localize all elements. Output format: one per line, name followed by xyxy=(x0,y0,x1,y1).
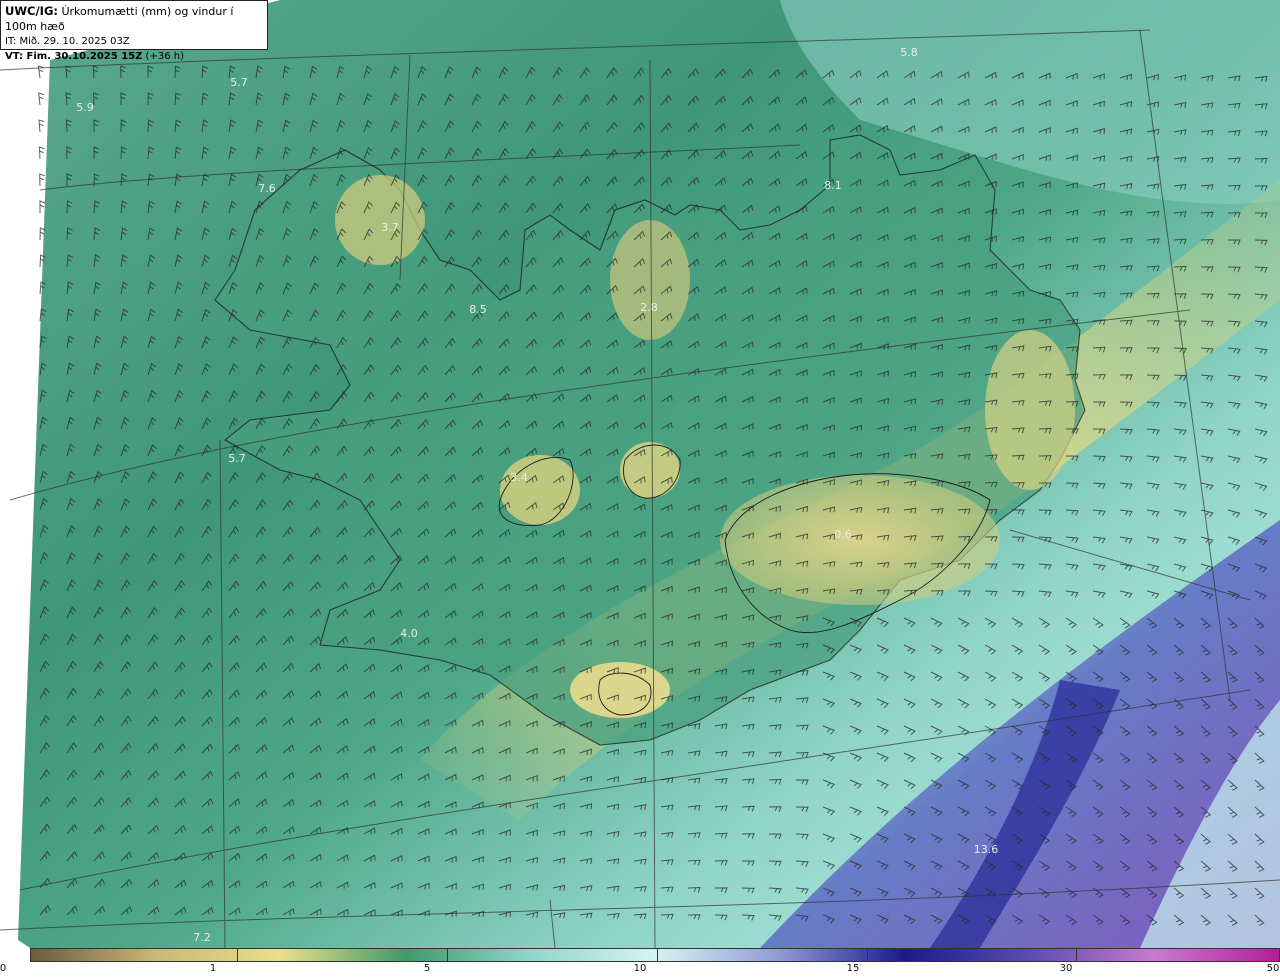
map-value-label: 4.0 xyxy=(400,627,418,640)
vatnajokull xyxy=(720,475,1000,605)
color-scale-tick-mark xyxy=(30,948,31,962)
map-value-label: 3.4 xyxy=(510,471,528,484)
map-value-label: 5.8 xyxy=(900,46,918,59)
map-value-label: 0.6 xyxy=(834,528,852,541)
map-value-label: 5.7 xyxy=(228,452,246,465)
map-value-label: 8.1 xyxy=(824,179,842,192)
valid-time: VT: Fim. 30.10.2025 15Z xyxy=(5,51,143,62)
wind-barb xyxy=(38,146,45,160)
map-value-label: 8.5 xyxy=(469,303,487,316)
map-value-label: 7.2 xyxy=(193,931,211,944)
trollaskagi xyxy=(610,220,690,340)
color-scale-tick: 1 xyxy=(209,963,217,974)
color-scale-bar xyxy=(30,948,1280,962)
map-value-label: 7.6 xyxy=(258,182,276,195)
langjokull xyxy=(500,455,580,525)
wind-barb xyxy=(39,200,46,213)
color-scale-tick: 30 xyxy=(1059,963,1073,974)
wind-barb xyxy=(39,173,45,187)
title-line: UWC/IG: Úrkomumætti (mm) og vindur í 100… xyxy=(5,4,263,34)
color-scale-tick-mark xyxy=(1076,948,1078,962)
color-scale-tick: 15 xyxy=(846,963,860,974)
model-name: UWC/IG: xyxy=(5,4,58,18)
valid-time-line: VT: Fim. 30.10.2025 15Z (+36 h) xyxy=(5,49,263,64)
color-scale-tick: 0 xyxy=(0,963,7,974)
map-value-label: 5.9 xyxy=(76,101,94,114)
map-value-label: 13.6 xyxy=(974,843,999,856)
wind-barb xyxy=(38,92,45,106)
map-header: UWC/IG: Úrkomumætti (mm) og vindur í 100… xyxy=(0,0,268,62)
map-value-label: 5.7 xyxy=(230,76,248,89)
color-scale-tick-mark xyxy=(236,948,238,962)
wind-barb xyxy=(37,65,44,79)
east-fjords xyxy=(985,330,1075,490)
map-value-label: 2.8 xyxy=(640,301,658,314)
map-canvas: 5.7 5.9 5.8 8.1 7.6 3.7 8.5 2.8 5.7 3.4 0.6 4.0 13.6… xyxy=(0,0,1280,949)
initial-time: IT: Mið. 29. 10. 2025 03Z xyxy=(5,36,130,47)
wind-barb xyxy=(38,119,45,133)
precipitation-map[interactable]: 5.7 5.9 5.8 8.1 7.6 3.7 8.5 2.8 5.7 3.4 0.6 4.0 13.6… xyxy=(0,0,1280,949)
color-scale-tick-mark xyxy=(866,948,868,962)
color-scale-tick: 10 xyxy=(633,963,647,974)
color-scale-tick-mark xyxy=(656,948,658,962)
color-scale-tick-mark xyxy=(447,948,449,962)
forecast-offset: (+36 h) xyxy=(142,51,184,62)
color-scale-tick: 5 xyxy=(423,963,431,974)
color-scale-tick: 50 xyxy=(1266,963,1280,974)
map-value-label: 3.7 xyxy=(381,221,399,234)
drangajokull xyxy=(335,175,425,265)
